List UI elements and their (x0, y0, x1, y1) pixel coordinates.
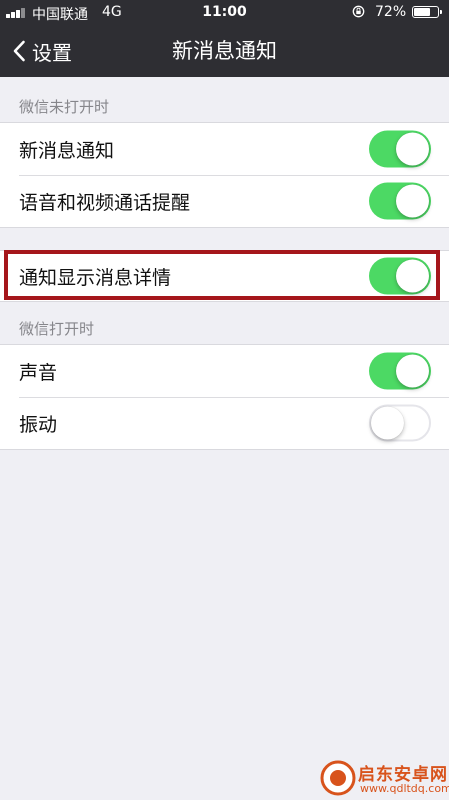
show-message-details-toggle[interactable] (369, 257, 431, 295)
watermark-logo-icon (320, 760, 356, 796)
toggle-knob (371, 406, 404, 440)
row-label: 声音 (19, 361, 58, 384)
sound-toggle[interactable] (369, 352, 431, 390)
watermark: 启东安卓网 www.qdltdq.com (320, 758, 449, 800)
page-title: 新消息通知 (172, 39, 277, 63)
vibration-toggle[interactable] (369, 404, 431, 442)
new-message-notification-toggle[interactable] (369, 130, 431, 168)
row-label: 振动 (19, 413, 58, 436)
watermark-url: www.qdltdq.com (360, 782, 449, 795)
row-label: 新消息通知 (19, 139, 115, 162)
toggle-knob (396, 132, 429, 166)
settings-group-wechat-closed: 新消息通知 语音和视频通话提醒 (0, 122, 449, 228)
section-header-wechat-closed: 微信未打开时 (19, 98, 110, 116)
toggle-knob (396, 184, 429, 218)
status-bar: 中国联通 4G 11:00 72% (0, 0, 449, 24)
row-label: 通知显示消息详情 (19, 266, 172, 289)
battery-icon (412, 6, 442, 18)
rotation-lock-icon (352, 5, 365, 18)
row-sound: 声音 (0, 345, 449, 397)
row-voice-video-call-alert: 语音和视频通话提醒 (0, 175, 449, 227)
row-label: 语音和视频通话提醒 (19, 191, 191, 214)
row-vibration: 振动 (0, 397, 449, 449)
top-bar: 中国联通 4G 11:00 72% 设置 新消息通知 (0, 0, 449, 77)
row-show-message-details: 通知显示消息详情 (0, 251, 449, 301)
toggle-knob (396, 354, 429, 388)
settings-group-wechat-open: 声音 振动 (0, 344, 449, 450)
row-new-message-notification: 新消息通知 (0, 123, 449, 175)
toggle-knob (396, 259, 429, 293)
voice-video-call-alert-toggle[interactable] (369, 182, 431, 220)
battery-percent: 72% (375, 4, 407, 20)
section-header-wechat-open: 微信打开时 (19, 320, 95, 338)
settings-group-details: 通知显示消息详情 (0, 250, 449, 302)
battery-fill (414, 8, 430, 16)
